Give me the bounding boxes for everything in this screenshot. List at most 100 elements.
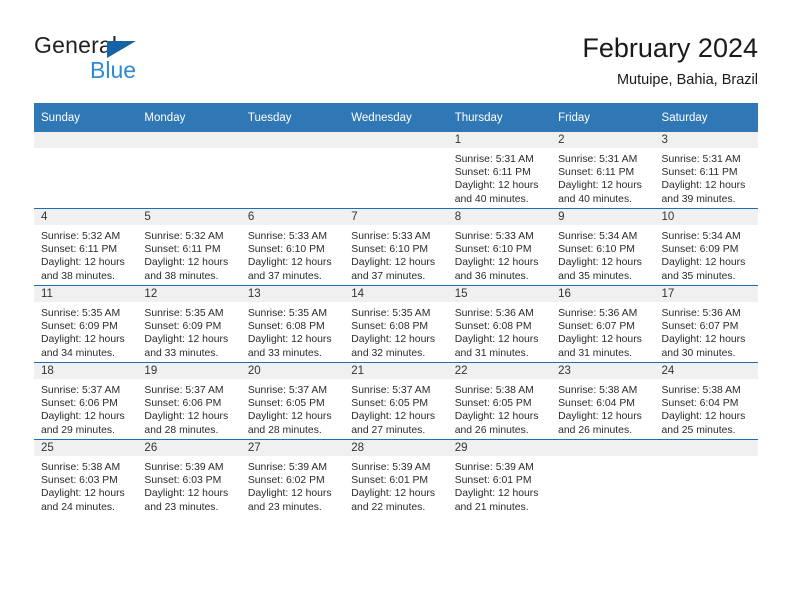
day-number: 14: [344, 286, 448, 302]
calendar-day-cell[interactable]: 20 Sunrise: 5:37 AM Sunset: 6:05 PM Dayligh…: [240, 362, 345, 440]
calendar-day-cell[interactable]: 1 Sunrise: 5:31 AM Sunset: 6:11 PM Daylight…: [447, 132, 552, 209]
daylight-text-line2: and 22 minutes.: [351, 501, 426, 513]
sunrise-text: Sunrise: 5:36 AM: [661, 308, 741, 319]
sunset-text: Sunset: 6:11 PM: [454, 167, 531, 179]
daylight-text-line1: Daylight: 12 hours: [454, 488, 539, 500]
calendar-day-cell[interactable]: 9 Sunrise: 5:34 AM Sunset: 6:10 PM Daylight…: [551, 208, 655, 286]
calendar-day-cell[interactable]: 3 Sunrise: 5:31 AM Sunset: 6:11 PM Daylight…: [654, 132, 758, 209]
sunset-text: Sunset: 6:05 PM: [247, 398, 325, 410]
sunset-text: Sunset: 6:03 PM: [144, 475, 222, 487]
brand-name-general: General: [34, 32, 118, 58]
calendar-day-cell[interactable]: 23 Sunrise: 5:38 AM Sunset: 6:04 PM Dayligh…: [551, 362, 655, 440]
calendar-day-cell[interactable]: 14 Sunrise: 5:35 AM Sunset: 6:08 PM Dayligh…: [344, 285, 448, 363]
daylight-text-line2: and 40 minutes.: [454, 193, 529, 205]
calendar-day-cell[interactable]: 26 Sunrise: 5:39 AM Sunset: 6:03 PM Dayligh…: [137, 439, 241, 516]
calendar-day-cell[interactable]: 12 Sunrise: 5:35 AM Sunset: 6:09 PM Dayligh…: [137, 285, 241, 363]
daylight-text-line1: Daylight: 12 hours: [454, 180, 539, 192]
calendar-day-cell[interactable]: 10 Sunrise: 5:34 AM Sunset: 6:09 PM Dayligh…: [654, 208, 758, 286]
daylight-text-line1: Daylight: 12 hours: [41, 488, 125, 500]
weekday-header-tuesday: Tuesday: [240, 103, 345, 132]
calendar-day-cell[interactable]: 21 Sunrise: 5:37 AM Sunset: 6:05 PM Dayligh…: [344, 362, 448, 440]
sunset-text: Sunset: 6:04 PM: [558, 398, 635, 410]
sunset-text: Sunset: 6:11 PM: [41, 244, 118, 256]
sunrise-text: Sunrise: 5:37 AM: [41, 385, 121, 396]
calendar-day-cell[interactable]: 13 Sunrise: 5:35 AM Sunset: 6:08 PM Dayligh…: [240, 285, 345, 363]
day-details: Sunrise: 5:38 AM Sunset: 6:05 PM Daylight:…: [448, 379, 551, 437]
sunrise-text: Sunrise: 5:36 AM: [558, 308, 638, 319]
day-number: 1: [447, 132, 552, 148]
day-number: 23: [551, 363, 655, 379]
sunset-text: Sunset: 6:08 PM: [351, 321, 429, 333]
daylight-text-line2: and 33 minutes.: [144, 347, 219, 359]
day-number: 11: [34, 286, 138, 302]
day-number: [344, 132, 448, 148]
day-number: 25: [34, 440, 138, 456]
calendar-day-cell[interactable]: 24 Sunrise: 5:38 AM Sunset: 6:04 PM Dayligh…: [654, 362, 758, 440]
daylight-text-line1: Daylight: 12 hours: [144, 411, 229, 423]
day-details: Sunrise: 5:36 AM Sunset: 6:07 PM Daylight:…: [551, 302, 654, 360]
calendar-day-cell[interactable]: 19 Sunrise: 5:37 AM Sunset: 6:06 PM Dayligh…: [137, 362, 241, 440]
day-number: [34, 132, 138, 148]
sunset-text: Sunset: 6:07 PM: [661, 321, 739, 333]
daylight-text-line2: and 34 minutes.: [41, 347, 115, 359]
calendar-day-cell[interactable]: 25 Sunrise: 5:38 AM Sunset: 6:03 PM Dayligh…: [34, 439, 138, 516]
calendar-day-cell[interactable]: 15 Sunrise: 5:36 AM Sunset: 6:08 PM Dayligh…: [447, 285, 552, 363]
day-number: 10: [654, 209, 758, 225]
calendar-day-cell[interactable]: 27 Sunrise: 5:39 AM Sunset: 6:02 PM Dayligh…: [240, 439, 345, 516]
weekday-header-saturday: Saturday: [654, 103, 758, 132]
daylight-text-line1: Daylight: 12 hours: [144, 257, 229, 269]
weekday-header-wednesday: Wednesday: [344, 103, 448, 132]
day-number: [137, 132, 241, 148]
calendar-week-row: 4 Sunrise: 5:32 AM Sunset: 6:11 PM Daylight…: [34, 208, 758, 286]
brand-logo[interactable]: General Blue: [34, 32, 234, 88]
day-number: [551, 440, 655, 456]
sunset-text: Sunset: 6:11 PM: [558, 167, 635, 179]
calendar-day-cell[interactable]: 17 Sunrise: 5:36 AM Sunset: 6:07 PM Dayligh…: [654, 285, 758, 363]
title-block: February 2024 Mutuipe, Bahia, Brazil: [582, 32, 758, 90]
sunrise-text: Sunrise: 5:31 AM: [454, 154, 534, 165]
day-number: 20: [240, 363, 345, 379]
calendar-day-cell[interactable]: 5 Sunrise: 5:32 AM Sunset: 6:11 PM Daylight…: [137, 208, 241, 286]
calendar-day-cell[interactable]: 18 Sunrise: 5:37 AM Sunset: 6:06 PM Dayligh…: [34, 362, 138, 440]
weekday-header-sunday: Sunday: [34, 103, 138, 132]
daylight-text-line2: and 30 minutes.: [661, 347, 736, 359]
day-details: Sunrise: 5:35 AM Sunset: 6:09 PM Daylight:…: [34, 302, 137, 360]
calendar-day-cell[interactable]: 8 Sunrise: 5:33 AM Sunset: 6:10 PM Daylight…: [447, 208, 552, 286]
calendar-day-cell[interactable]: 28 Sunrise: 5:39 AM Sunset: 6:01 PM Dayligh…: [344, 439, 448, 516]
day-details: Sunrise: 5:33 AM Sunset: 6:10 PM Daylight:…: [448, 225, 551, 283]
triangle-icon: [107, 41, 136, 58]
day-number: 28: [344, 440, 448, 456]
daylight-text-line1: Daylight: 12 hours: [351, 411, 436, 423]
calendar-day-cell[interactable]: 16 Sunrise: 5:36 AM Sunset: 6:07 PM Dayligh…: [551, 285, 655, 363]
sunset-text: Sunset: 6:08 PM: [454, 321, 532, 333]
day-number: 5: [137, 209, 241, 225]
daylight-text-line2: and 39 minutes.: [661, 193, 736, 205]
calendar-day-cell[interactable]: 29 Sunrise: 5:39 AM Sunset: 6:01 PM Dayligh…: [447, 439, 552, 516]
daylight-text-line2: and 33 minutes.: [247, 347, 322, 359]
day-details: Sunrise: 5:34 AM Sunset: 6:10 PM Daylight:…: [551, 225, 654, 283]
calendar-day-cell[interactable]: 2 Sunrise: 5:31 AM Sunset: 6:11 PM Daylight…: [551, 132, 655, 209]
day-number: 16: [551, 286, 655, 302]
sunrise-text: Sunrise: 5:39 AM: [454, 462, 534, 473]
daylight-text-line1: Daylight: 12 hours: [661, 257, 746, 269]
calendar-day-cell[interactable]: 4 Sunrise: 5:32 AM Sunset: 6:11 PM Daylight…: [34, 208, 138, 286]
calendar-day-cell[interactable]: 7 Sunrise: 5:33 AM Sunset: 6:10 PM Daylight…: [344, 208, 448, 286]
daylight-text-line2: and 27 minutes.: [351, 424, 426, 436]
calendar-day-cell[interactable]: 11 Sunrise: 5:35 AM Sunset: 6:09 PM Dayligh…: [34, 285, 138, 363]
daylight-text-line2: and 23 minutes.: [144, 501, 219, 513]
sunset-text: Sunset: 6:10 PM: [558, 244, 635, 256]
day-details: Sunrise: 5:39 AM Sunset: 6:01 PM Daylight:…: [448, 456, 551, 514]
daylight-text-line1: Daylight: 12 hours: [247, 257, 332, 269]
calendar-page: General Blue February 2024 Mutuipe, Bahi…: [0, 0, 792, 612]
day-details: Sunrise: 5:37 AM Sunset: 6:05 PM Daylight:…: [241, 379, 344, 437]
day-number: [654, 440, 758, 456]
weekday-header-row: Sunday Monday Tuesday Wednesday Thursday…: [34, 103, 758, 132]
calendar-day-cell[interactable]: 6 Sunrise: 5:33 AM Sunset: 6:10 PM Daylight…: [240, 208, 345, 286]
location-subtitle: Mutuipe, Bahia, Brazil: [616, 72, 758, 88]
daylight-text-line1: Daylight: 12 hours: [661, 334, 746, 346]
daylight-text-line1: Daylight: 12 hours: [454, 334, 539, 346]
calendar-day-cell[interactable]: 22 Sunrise: 5:38 AM Sunset: 6:05 PM Dayligh…: [447, 362, 552, 440]
calendar-week-row: 18 Sunrise: 5:37 AM Sunset: 6:06 PM Dayligh…: [34, 362, 758, 440]
sunrise-text: Sunrise: 5:36 AM: [454, 308, 534, 319]
day-details: Sunrise: 5:35 AM Sunset: 6:08 PM Daylight:…: [241, 302, 344, 360]
